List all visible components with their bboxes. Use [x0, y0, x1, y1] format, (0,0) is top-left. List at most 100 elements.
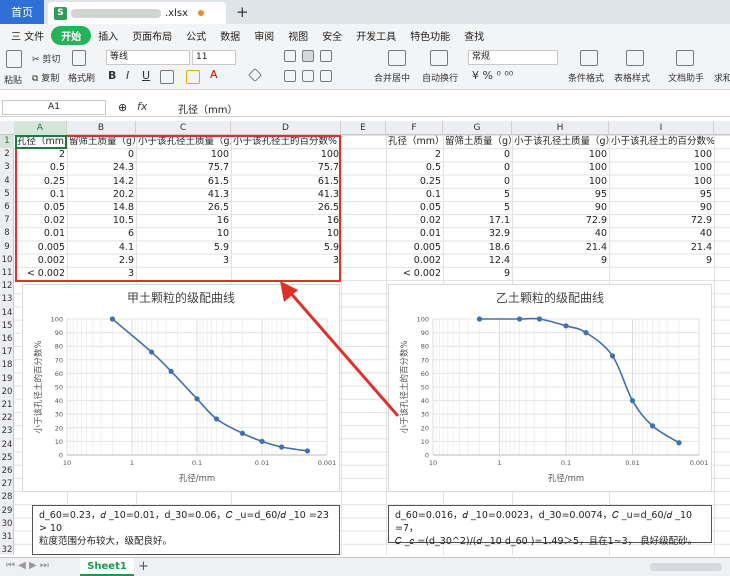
row-header[interactable]: 15: [0, 320, 14, 333]
row-header[interactable]: 1: [0, 135, 14, 149]
new-tab-button[interactable]: +: [236, 3, 249, 21]
table-cell[interactable]: 95: [512, 188, 609, 201]
menu-search[interactable]: 查找: [457, 28, 491, 43]
row-header[interactable]: 22: [0, 412, 14, 425]
table-cell[interactable]: [609, 267, 714, 280]
table-cell[interactable]: 9: [512, 254, 609, 267]
table-cell[interactable]: [512, 267, 609, 280]
doc-helper-icon[interactable]: [676, 50, 694, 66]
table-cell[interactable]: 0.25: [386, 175, 443, 188]
table-cell[interactable]: 0.01: [386, 227, 443, 240]
menu-file[interactable]: 三 文件: [4, 28, 51, 43]
table-cell[interactable]: 90: [609, 201, 714, 214]
table-cell[interactable]: 5: [443, 201, 512, 214]
col-header-h[interactable]: H: [512, 121, 609, 135]
menu-start[interactable]: 开始: [51, 25, 92, 45]
row-header[interactable]: 25: [0, 452, 14, 465]
table-cell[interactable]: 5: [443, 188, 512, 201]
align-left-icon[interactable]: [284, 70, 296, 82]
row-header[interactable]: 27: [0, 478, 14, 491]
col-header-i[interactable]: I: [609, 121, 714, 135]
row-header[interactable]: 30: [0, 518, 14, 531]
wrap-text-icon[interactable]: [430, 50, 448, 66]
row-header[interactable]: 10: [0, 254, 14, 267]
paste-label[interactable]: 粘贴: [4, 73, 22, 86]
table-cell[interactable]: 孔径（mm）: [386, 135, 443, 148]
table-cell[interactable]: 0: [443, 175, 512, 188]
wrap-text-label[interactable]: 自动换行: [422, 71, 458, 84]
menu-insert[interactable]: 插入: [91, 28, 125, 43]
file-tab[interactable]: S .xlsx: [48, 2, 226, 24]
col-header-g[interactable]: G: [443, 121, 512, 135]
align-center-icon[interactable]: [302, 70, 314, 82]
table-cell[interactable]: 40: [512, 227, 609, 240]
row-header[interactable]: 4: [0, 175, 14, 188]
zoom-icon[interactable]: ⊕: [118, 101, 127, 114]
percent-icon[interactable]: ¥ % ⁰ ⁰⁰: [472, 69, 513, 82]
row-header[interactable]: 23: [0, 425, 14, 438]
menu-features[interactable]: 特色功能: [403, 28, 457, 43]
row-header[interactable]: 16: [0, 333, 14, 346]
home-tab[interactable]: 首页: [0, 0, 44, 24]
italic-button[interactable]: I: [126, 69, 129, 82]
fx-icon[interactable]: fx: [137, 100, 147, 113]
doc-helper-label[interactable]: 文档助手: [668, 71, 704, 84]
col-header-b[interactable]: B: [67, 121, 136, 135]
table-cell[interactable]: 0.02: [386, 214, 443, 227]
merge-center-label[interactable]: 合并居中: [374, 71, 410, 84]
number-format-select[interactable]: 常规: [468, 50, 558, 65]
row-header[interactable]: 11: [0, 267, 14, 280]
table-cell[interactable]: 0.002: [386, 254, 443, 267]
paste-icon[interactable]: [6, 50, 22, 68]
table-cell[interactable]: 72.9: [512, 214, 609, 227]
table-cell[interactable]: 2: [386, 148, 443, 161]
merge-icon[interactable]: [388, 50, 406, 66]
sheet-nav-icon[interactable]: ⏮ ◀ ▶ ⏭: [6, 560, 49, 571]
row-header[interactable]: 8: [0, 227, 14, 240]
row-header[interactable]: 19: [0, 373, 14, 386]
table-style-label[interactable]: 表格样式: [614, 71, 650, 84]
align-top-icon[interactable]: [284, 50, 296, 62]
table-cell[interactable]: 0.1: [386, 188, 443, 201]
row-header[interactable]: 12: [0, 280, 14, 293]
note-right[interactable]: d_60=0.016，𝑑 _10=0.0023，d_30=0.0074，𝐶 _u…: [388, 505, 712, 547]
menu-security[interactable]: 安全: [315, 28, 349, 43]
row-header[interactable]: 32: [0, 544, 14, 557]
align-bottom-icon[interactable]: [320, 50, 332, 62]
row-header[interactable]: 17: [0, 346, 14, 359]
sheet-tab-sheet1[interactable]: Sheet1: [80, 558, 134, 576]
menu-formula[interactable]: 公式: [179, 28, 213, 43]
row-header[interactable]: 13: [0, 293, 14, 306]
table-cell[interactable]: 40: [609, 227, 714, 240]
table-cell[interactable]: 0.5: [386, 161, 443, 174]
row-header[interactable]: 29: [0, 505, 14, 518]
menu-review[interactable]: 审阅: [247, 28, 281, 43]
table-cell[interactable]: 0.005: [386, 241, 443, 254]
table-cell[interactable]: 留筛土质量（g）: [443, 135, 512, 148]
chart-b[interactable]: 乙土颗粒的级配曲线 0 10 20 30 40 50 60 70 80 90 100 10 1 0.1 0.…: [388, 284, 712, 492]
table-cell[interactable]: 0.05: [386, 201, 443, 214]
font-size-select[interactable]: 11: [192, 50, 236, 65]
table-cell[interactable]: 21.4: [512, 241, 609, 254]
border-icon[interactable]: [160, 70, 174, 84]
col-header-a[interactable]: A: [14, 121, 67, 135]
table-cell[interactable]: 12.4: [443, 254, 512, 267]
table-cell[interactable]: 95: [609, 188, 714, 201]
menu-developer[interactable]: 开发工具: [349, 28, 403, 43]
col-header-c[interactable]: C: [136, 121, 231, 135]
selected-cell[interactable]: [15, 135, 67, 149]
row-header[interactable]: 20: [0, 386, 14, 399]
copy-button[interactable]: ⧉ 复制: [32, 71, 59, 84]
row-header[interactable]: 6: [0, 201, 14, 214]
fill-color-icon[interactable]: [186, 70, 200, 84]
row-header[interactable]: 28: [0, 491, 14, 504]
add-sheet-button[interactable]: +: [138, 559, 149, 574]
row-header[interactable]: 21: [0, 399, 14, 412]
table-cell[interactable]: 32.9: [443, 227, 512, 240]
table-cell[interactable]: 100: [512, 161, 609, 174]
name-box[interactable]: A1: [2, 100, 106, 115]
table-cell[interactable]: 72.9: [609, 214, 714, 227]
table-cell[interactable]: 21.4: [609, 241, 714, 254]
row-header[interactable]: 26: [0, 465, 14, 478]
underline-button[interactable]: U: [142, 69, 150, 82]
